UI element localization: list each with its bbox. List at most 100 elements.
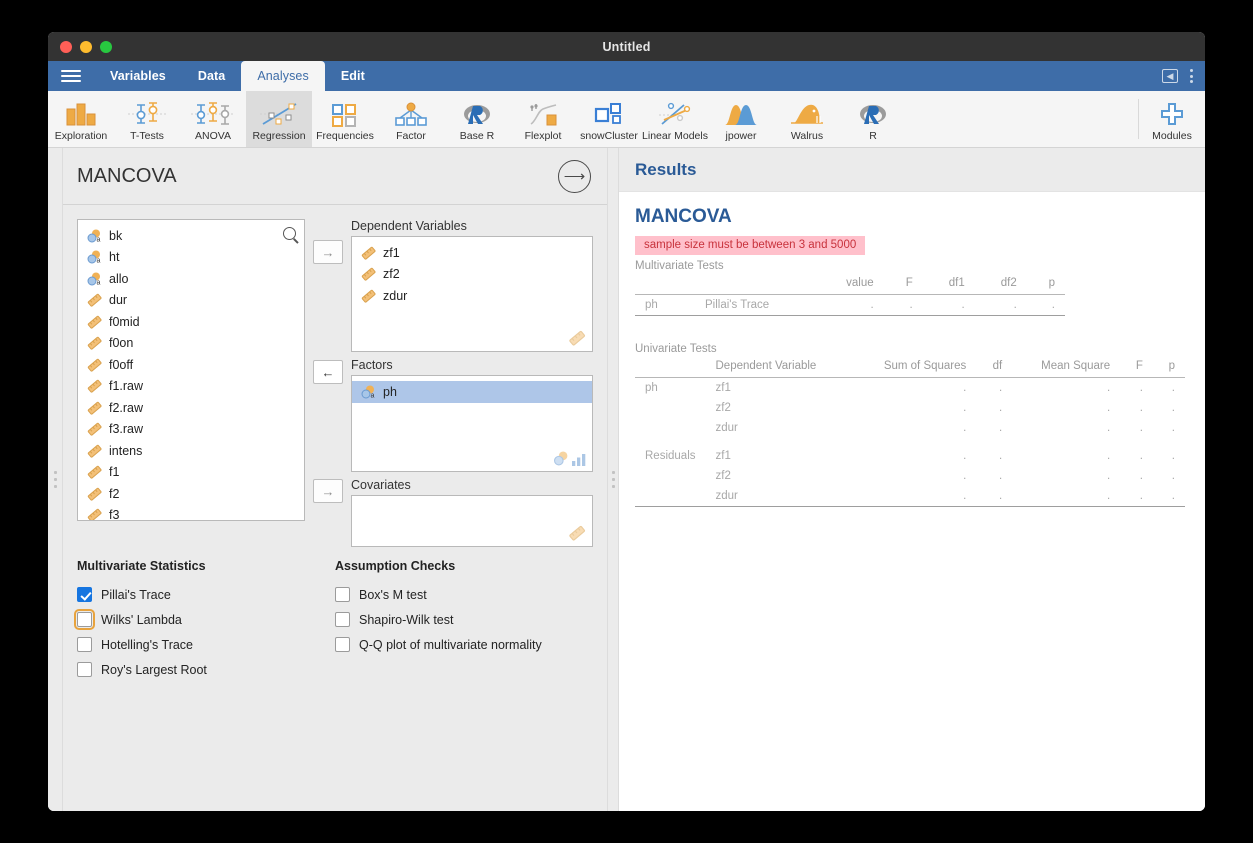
tab-edit[interactable]: Edit — [325, 61, 381, 91]
add-to-covariates-button[interactable]: → — [313, 479, 343, 503]
cell: . — [963, 489, 967, 502]
cell: zdur — [715, 421, 738, 434]
cell: . — [1171, 449, 1175, 462]
list-item[interactable]: f2 — [78, 483, 304, 505]
list-item[interactable]: a ph — [352, 381, 592, 403]
tab-data[interactable]: Data — [182, 61, 242, 91]
checkbox-wilks-lambda[interactable]: Wilks' Lambda — [74, 607, 335, 632]
continuous-icon — [87, 294, 102, 307]
kebab-menu-icon[interactable] — [1188, 67, 1195, 85]
list-item[interactable]: f3 — [78, 505, 304, 520]
checkbox-box[interactable] — [335, 587, 350, 602]
checkbox-label: Wilks' Lambda — [101, 612, 182, 627]
jpower-icon — [723, 99, 759, 127]
list-item[interactable]: f2.raw — [78, 397, 304, 419]
dependent-variables-label: Dependent Variables — [351, 219, 467, 233]
ribbon-right-controls: ◀ — [1162, 61, 1195, 91]
toolbar-label: Flexplot — [524, 129, 562, 142]
variable-name: f3.raw — [109, 422, 144, 437]
list-item[interactable]: a bk — [78, 225, 304, 247]
list-item[interactable]: a allo — [78, 268, 304, 290]
cell: zf1 — [715, 381, 731, 394]
toolbar-item-base-r[interactable]: Base R — [444, 91, 510, 147]
toolbar-item-regression[interactable]: Regression — [246, 91, 312, 147]
results-content[interactable]: MANCOVA sample size must be between 3 an… — [619, 192, 1205, 811]
checkbox-box[interactable] — [77, 637, 92, 652]
cell: . — [1106, 381, 1111, 394]
list-item[interactable]: f0mid — [78, 311, 304, 333]
list-item[interactable]: zdur — [352, 285, 592, 307]
list-item[interactable]: f3.raw — [78, 419, 304, 441]
cell: . — [1106, 421, 1111, 434]
source-variable-list[interactable]: a bk a ht a allo dur f0mid f0on f0off f1… — [77, 219, 305, 521]
checkbox-box[interactable] — [74, 609, 95, 630]
arrow-right-circle-icon[interactable]: ⟶ — [558, 159, 591, 193]
toolbar-label: Linear Models — [642, 129, 708, 142]
univariate-tests-caption: Univariate Tests — [635, 342, 717, 355]
tab-analyses[interactable]: Analyses — [241, 61, 325, 91]
variable-name: f1.raw — [109, 379, 144, 394]
toolbar-item-flexplot[interactable]: Flexplot — [510, 91, 576, 147]
checkbox-shapiro-wilk-test[interactable]: Shapiro-Wilk test — [335, 607, 593, 632]
list-item[interactable]: f1.raw — [78, 376, 304, 398]
panel-collapse-icon[interactable]: ◀ — [1162, 69, 1178, 83]
toolbar-item-walrus[interactable]: Walrus — [774, 91, 840, 147]
checkbox-qq-plot[interactable]: Q-Q plot of multivariate normality — [335, 632, 593, 657]
variable-name: f1 — [109, 465, 120, 480]
checkbox-roys-largest-root[interactable]: Roy's Largest Root — [77, 657, 335, 682]
checkbox-label: Roy's Largest Root — [101, 662, 207, 677]
toolbar-item-exploration[interactable]: Exploration — [48, 91, 114, 147]
column-header: Mean Square — [1012, 354, 1121, 378]
toolbar-item-modules[interactable]: Modules — [1139, 91, 1205, 147]
list-item[interactable]: a ht — [78, 247, 304, 269]
list-item[interactable]: f0on — [78, 333, 304, 355]
analysis-title: MANCOVA — [635, 206, 732, 227]
menu-icon[interactable] — [48, 61, 94, 91]
toolbar-item-factor[interactable]: Factor — [378, 91, 444, 147]
list-item[interactable]: intens — [78, 440, 304, 462]
list-item[interactable]: zf2 — [352, 264, 592, 286]
checkbox-box[interactable] — [335, 637, 350, 652]
toolbar-item-t-tests[interactable]: T-Tests — [114, 91, 180, 147]
dependent-variables-box[interactable]: zf1 zf2 zdur — [351, 236, 593, 352]
left-edge-splitter[interactable] — [48, 148, 62, 811]
checkbox-box[interactable] — [77, 662, 92, 677]
toolbar-item-linear-models[interactable]: Linear Models — [642, 91, 708, 147]
search-icon[interactable] — [283, 227, 296, 240]
checkbox-hotellings-trace[interactable]: Hotelling's Trace — [77, 632, 335, 657]
toolbar-item-jpower[interactable]: jpower — [708, 91, 774, 147]
covariates-label: Covariates — [351, 478, 411, 492]
checkbox-box-m-test[interactable]: Box's M test — [335, 582, 593, 607]
column-header — [635, 272, 695, 295]
cell: Pillai's Trace — [705, 299, 770, 311]
toolbar-item-anova[interactable]: ANOVA — [180, 91, 246, 147]
results-header-title: Results — [635, 159, 697, 179]
cell: . — [998, 401, 1003, 414]
list-item[interactable]: f0off — [78, 354, 304, 376]
factors-box[interactable]: a ph — [351, 375, 593, 472]
covariates-box[interactable] — [351, 495, 593, 547]
univariate-tests-table: Dependent Variable Sum of Squares df Mea… — [635, 354, 1185, 507]
column-header: value — [815, 272, 884, 295]
toolbar-item-r[interactable]: R — [840, 91, 906, 147]
list-item[interactable]: dur — [78, 290, 304, 312]
toolbar-label: Factor — [396, 129, 426, 142]
options-header: MANCOVA ⟶ — [63, 148, 607, 205]
checkbox-pillais-trace[interactable]: Pillai's Trace — [77, 582, 335, 607]
checkbox-label: Q-Q plot of multivariate normality — [359, 637, 542, 652]
checkbox-box[interactable] — [77, 587, 92, 602]
toolbar-item-snowcluster[interactable]: snowCluster — [576, 91, 642, 147]
list-item[interactable]: f1 — [78, 462, 304, 484]
remove-from-factors-button[interactable]: ← — [313, 360, 343, 384]
add-to-dependent-button[interactable]: → — [313, 240, 343, 264]
list-item[interactable]: zf1 — [352, 242, 592, 264]
toolbar-item-frequencies[interactable]: Frequencies — [312, 91, 378, 147]
checkbox-box[interactable] — [335, 612, 350, 627]
tab-variables[interactable]: Variables — [94, 61, 182, 91]
toolbar-label: snowCluster — [580, 129, 638, 142]
panel-splitter[interactable] — [608, 148, 618, 811]
cell: . — [998, 449, 1003, 462]
cell: . — [1139, 489, 1143, 502]
cell: . — [963, 381, 967, 394]
column-header: Sum of Squares — [852, 354, 977, 378]
